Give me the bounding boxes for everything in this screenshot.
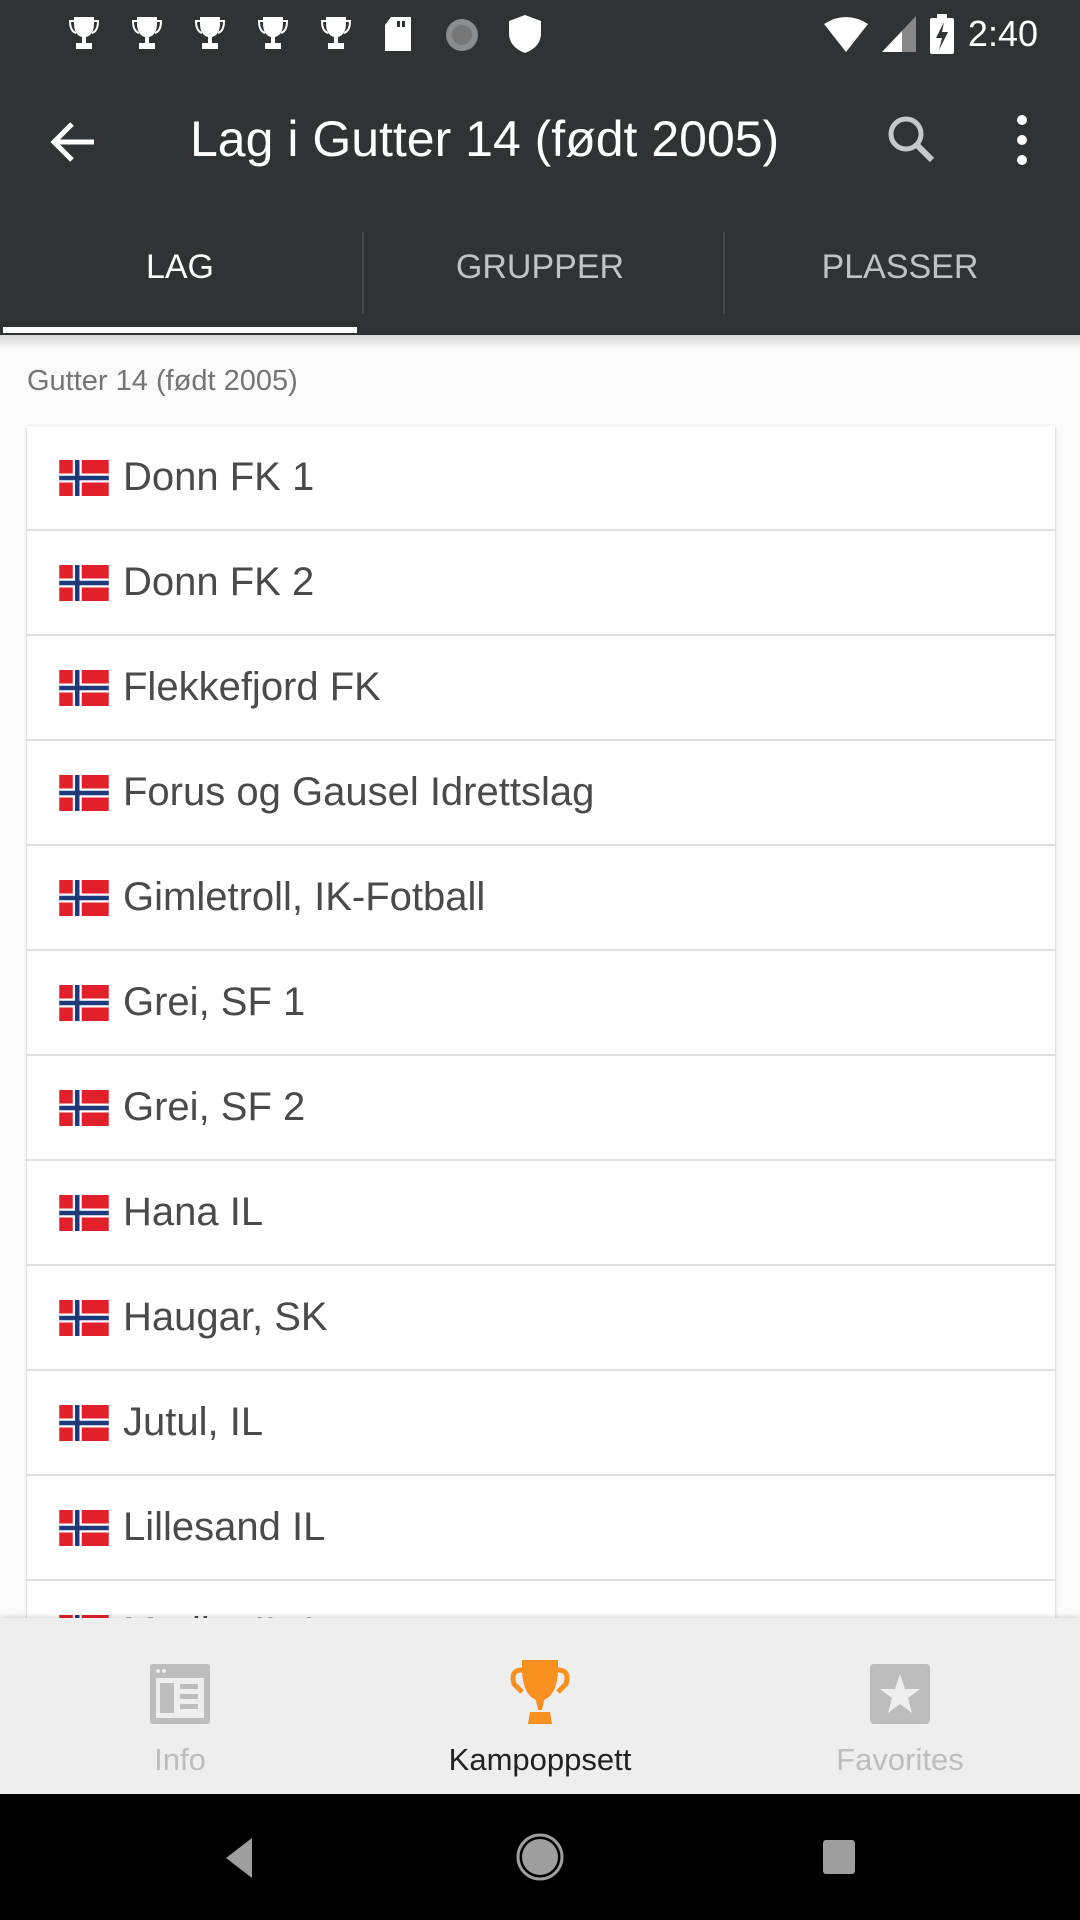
- shield-icon: [493, 12, 556, 56]
- team-row[interactable]: Forus og Gausel Idrettslag: [27, 741, 1055, 846]
- nav-recents-icon[interactable]: [822, 1839, 856, 1875]
- bottom-navigation: Info Kampoppsett Favorites: [0, 1618, 1080, 1794]
- norway-flag-icon: [59, 774, 109, 811]
- trophy-icon: [178, 12, 241, 56]
- tab-lag[interactable]: LAG: [0, 200, 360, 335]
- team-row[interactable]: Grei, SF 1: [27, 951, 1055, 1056]
- news-icon: [150, 1664, 210, 1724]
- trophy-icon: [115, 12, 178, 56]
- tab-divider: [362, 232, 364, 314]
- bottom-nav-info[interactable]: Info: [0, 1618, 360, 1794]
- team-row[interactable]: Donn FK 2: [27, 531, 1055, 636]
- team-list-scroll[interactable]: Gutter 14 (født 2005) Donn FK 1 Donn FK 2…: [0, 335, 1080, 1618]
- team-name: Hana IL: [123, 1190, 264, 1234]
- team-name: Lillesand IL: [123, 1505, 326, 1549]
- team-row[interactable]: Madla, IL 1: [27, 1581, 1055, 1618]
- star-icon: [870, 1664, 930, 1724]
- norway-flag-icon: [59, 459, 109, 496]
- team-row[interactable]: Haugar, SK: [27, 1266, 1055, 1371]
- sd-card-icon: [367, 12, 430, 56]
- tab-plasser[interactable]: PLASSER: [720, 200, 1080, 335]
- team-name: Grei, SF 1: [123, 980, 306, 1024]
- back-arrow-icon[interactable]: [44, 112, 104, 172]
- team-row[interactable]: Gimletroll, IK-Fotball: [27, 846, 1055, 951]
- norway-flag-icon: [59, 564, 109, 601]
- battery-charging-icon: [929, 14, 954, 54]
- norway-flag-icon: [59, 984, 109, 1021]
- tab-grupper[interactable]: GRUPPER: [360, 200, 720, 335]
- signal-icon: [881, 16, 916, 52]
- bottom-nav-label: Info: [154, 1742, 206, 1777]
- norway-flag-icon: [59, 1404, 109, 1441]
- app-bar: Lag i Gutter 14 (født 2005): [0, 82, 1080, 200]
- team-row[interactable]: Grei, SF 2: [27, 1056, 1055, 1161]
- system-navigation-bar: [0, 1794, 1080, 1920]
- tab-divider: [723, 232, 725, 314]
- more-vert-icon[interactable]: [1000, 108, 1044, 172]
- team-name: Gimletroll, IK-Fotball: [123, 875, 486, 919]
- wifi-icon: [823, 17, 868, 52]
- status-bar: 2:40: [0, 0, 1080, 82]
- bottom-nav-label: Kampoppsett: [448, 1742, 632, 1777]
- bottom-nav-favorites[interactable]: Favorites: [720, 1618, 1080, 1794]
- tab-bar: LAG GRUPPER PLASSER: [0, 200, 1080, 335]
- team-name: Madla, IL 1: [123, 1610, 319, 1618]
- norway-flag-icon: [59, 1509, 109, 1546]
- team-row[interactable]: Hana IL: [27, 1161, 1055, 1266]
- team-row[interactable]: Flekkefjord FK: [27, 636, 1055, 741]
- page-title: Lag i Gutter 14 (født 2005): [190, 111, 780, 167]
- team-name: Haugar, SK: [123, 1295, 328, 1339]
- norway-flag-icon: [59, 1299, 109, 1336]
- trophy-icon: [241, 12, 304, 56]
- team-row[interactable]: Donn FK 1: [27, 426, 1055, 531]
- trophy-icon: [304, 12, 367, 56]
- bottom-nav-label: Favorites: [836, 1742, 964, 1777]
- trophy-icon: [510, 1660, 570, 1724]
- team-name: Flekkefjord FK: [123, 665, 381, 709]
- team-list: Donn FK 1 Donn FK 2 Flekkefjord FK Forus og…: [27, 426, 1055, 1618]
- norway-flag-icon: [59, 879, 109, 916]
- nav-home-icon[interactable]: [515, 1832, 565, 1882]
- trophy-icon: [52, 12, 115, 56]
- team-name: Forus og Gausel Idrettslag: [123, 770, 595, 814]
- section-header: Gutter 14 (født 2005): [27, 365, 298, 397]
- clock: 2:40: [967, 13, 1038, 54]
- team-row[interactable]: Lillesand IL: [27, 1476, 1055, 1581]
- norway-flag-icon: [59, 1194, 109, 1231]
- team-name: Jutul, IL: [123, 1400, 264, 1444]
- team-name: Donn FK 2: [123, 560, 315, 604]
- norway-flag-icon: [59, 669, 109, 706]
- bottom-nav-kampoppsett[interactable]: Kampoppsett: [360, 1618, 720, 1794]
- team-row[interactable]: Jutul, IL: [27, 1371, 1055, 1476]
- team-name: Grei, SF 2: [123, 1085, 306, 1129]
- norway-flag-icon: [59, 1089, 109, 1126]
- nav-back-icon[interactable]: [222, 1836, 262, 1880]
- search-icon[interactable]: [880, 108, 944, 172]
- sync-icon: [430, 12, 493, 56]
- team-name: Donn FK 1: [123, 455, 315, 499]
